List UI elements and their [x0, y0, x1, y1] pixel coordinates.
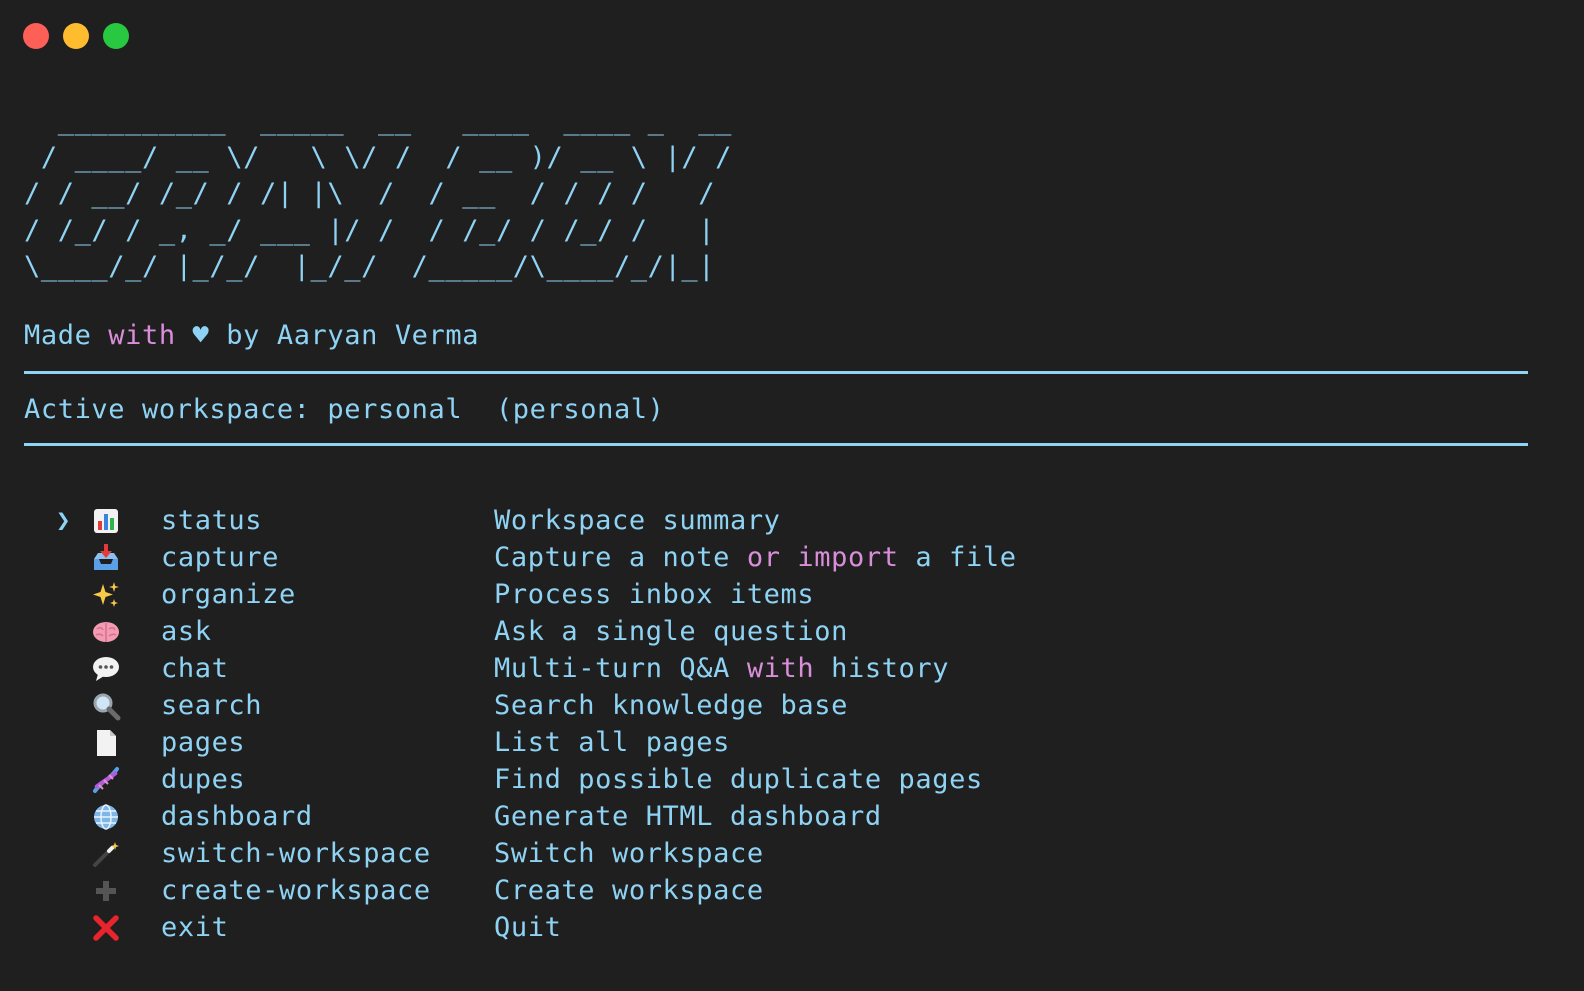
- command-description: Search knowledge base: [494, 687, 848, 724]
- command-description: List all pages: [494, 724, 730, 761]
- command-menu: ❯ status Workspace summary capture Capture a…: [0, 502, 1584, 946]
- command-name: capture: [161, 542, 279, 573]
- command-description: Switch workspace: [494, 835, 764, 872]
- command-description: Find possible duplicate pages: [494, 761, 983, 798]
- menu-item-pages[interactable]: pages List all pages: [0, 724, 1584, 761]
- command-description: Workspace summary: [494, 502, 781, 539]
- command-name: organize: [161, 579, 296, 610]
- active-workspace-status: Active workspace: personal (personal): [24, 394, 665, 425]
- brain-icon: [91, 617, 121, 647]
- description-keyword: import: [797, 542, 899, 573]
- description-text: Find possible duplicate pages: [494, 764, 983, 795]
- menu-item-exit[interactable]: exit Quit: [0, 909, 1584, 946]
- menu-item-dashboard[interactable]: dashboard Generate HTML dashboard: [0, 798, 1584, 835]
- menu-item-organize[interactable]: organize Process inbox items: [0, 576, 1584, 613]
- menu-item-chat[interactable]: chat Multi-turn Q&A with history: [0, 650, 1584, 687]
- description-keyword: or: [746, 542, 781, 573]
- command-name: create-workspace: [161, 875, 431, 906]
- command-name: search: [161, 690, 263, 721]
- command-description: Generate HTML dashboard: [494, 798, 882, 835]
- command-description: Create workspace: [494, 872, 764, 909]
- minimize-button[interactable]: [63, 23, 89, 49]
- menu-item-capture[interactable]: capture Capture a note or import a file: [0, 539, 1584, 576]
- close-button[interactable]: [23, 23, 49, 49]
- speech-bubble-icon: [91, 654, 121, 684]
- dna-icon: [91, 765, 121, 795]
- sparkles-icon: [91, 580, 121, 610]
- credit-keyword: with: [108, 320, 176, 351]
- command-name: ask: [161, 616, 212, 647]
- divider-bottom: [24, 443, 1528, 446]
- inbox-tray-icon: [91, 543, 121, 573]
- command-name: chat: [161, 653, 229, 684]
- command-description: Ask a single question: [494, 613, 848, 650]
- description-text: Generate HTML dashboard: [494, 801, 882, 832]
- menu-item-status[interactable]: ❯ status Workspace summary: [0, 502, 1584, 539]
- divider-top: [24, 371, 1528, 374]
- plus-icon: [91, 876, 121, 906]
- globe-icon: [91, 802, 121, 832]
- command-description: Quit: [494, 909, 561, 946]
- description-text: Workspace summary: [494, 505, 781, 536]
- description-text: Switch workspace: [494, 838, 764, 869]
- description-text: Search knowledge base: [494, 690, 848, 721]
- command-description: Capture a note or import a file: [494, 539, 1017, 576]
- page-icon: [91, 728, 121, 758]
- zoom-button[interactable]: [103, 23, 129, 49]
- menu-item-switch-workspace[interactable]: switch-workspace Switch workspace: [0, 835, 1584, 872]
- description-text: Create workspace: [494, 875, 764, 906]
- description-text: List all pages: [494, 727, 730, 758]
- ascii-banner: __________ _____ __ ____ ____ _ __ / ___…: [24, 105, 732, 282]
- credit-text-start: Made: [24, 320, 109, 351]
- command-name: switch-workspace: [161, 838, 431, 869]
- command-name: pages: [161, 727, 246, 758]
- description-text: Process inbox items: [494, 579, 815, 610]
- window-controls: [23, 23, 129, 49]
- command-name: status: [161, 505, 263, 536]
- magnifier-icon: [91, 691, 121, 721]
- command-name: dashboard: [161, 801, 313, 832]
- description-text: Quit: [494, 912, 562, 943]
- menu-item-create-workspace[interactable]: create-workspace Create workspace: [0, 872, 1584, 909]
- command-name: dupes: [161, 764, 246, 795]
- credit-line: Made with ♥ by Aaryan Verma: [24, 318, 479, 354]
- description-text: Multi-turn Q&A: [494, 653, 747, 684]
- menu-item-dupes[interactable]: dupes Find possible duplicate pages: [0, 761, 1584, 798]
- credit-text-end: ♥ by Aaryan Verma: [175, 320, 480, 351]
- bar-chart-icon: [91, 506, 121, 536]
- description-text: Capture a note: [494, 542, 747, 573]
- menu-item-ask[interactable]: ask Ask a single question: [0, 613, 1584, 650]
- cross-mark-icon: [91, 913, 121, 943]
- magic-wand-icon: [91, 839, 121, 869]
- command-name: exit: [161, 912, 229, 943]
- description-text: history: [814, 653, 950, 684]
- selection-cursor: ❯: [56, 506, 72, 534]
- description-keyword: with: [746, 653, 815, 684]
- description-text: a file: [898, 542, 1017, 573]
- command-description: Multi-turn Q&A with history: [494, 650, 949, 687]
- command-description: Process inbox items: [494, 576, 814, 613]
- menu-item-search[interactable]: search Search knowledge base: [0, 687, 1584, 724]
- description-text: Ask a single question: [494, 616, 848, 647]
- description-text: [781, 542, 798, 573]
